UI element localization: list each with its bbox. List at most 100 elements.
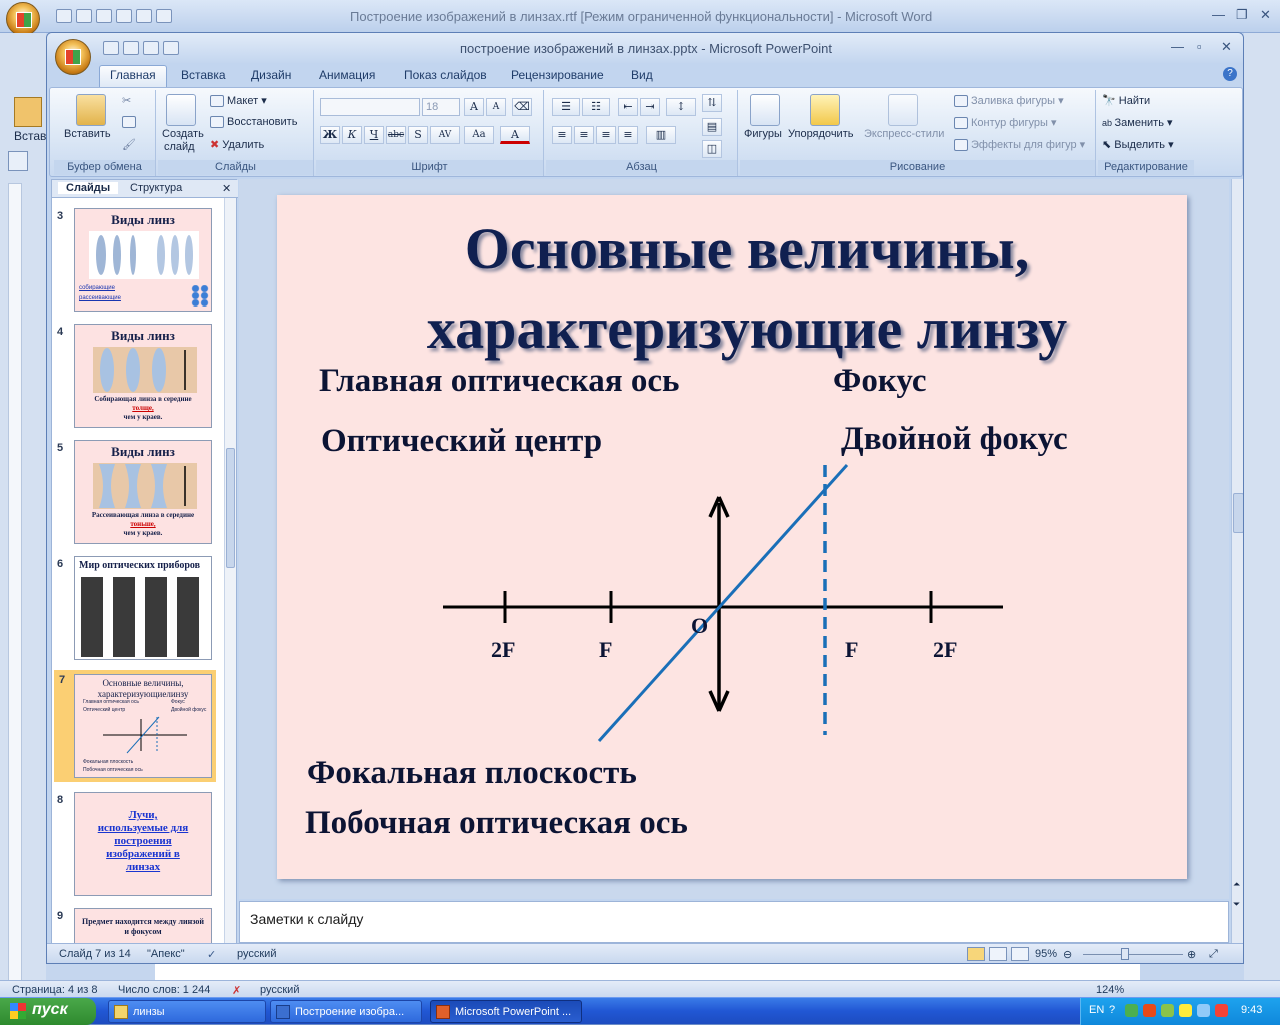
tray-volume-icon[interactable] [1179,1004,1192,1017]
change-case-button[interactable]: Aa [464,126,494,144]
ppt-minimize-icon[interactable]: — [1171,39,1184,54]
shape-effects-button[interactable]: Эффекты для фигур ▾ [954,138,1085,152]
font-size-select[interactable]: 18 [422,98,460,116]
shapes-button[interactable]: Фигуры [744,128,782,140]
tray-alert-icon[interactable] [1215,1004,1228,1017]
word-paste-icon[interactable] [14,97,42,127]
slide-thumbnail[interactable]: Виды линз Рассеивающая линза в середине … [74,440,212,544]
start-button[interactable]: пуск [0,998,96,1025]
slide-thumbnail[interactable]: Мир оптических приборов [74,556,212,660]
paste-button[interactable]: Вставить [64,128,111,140]
fit-window-icon[interactable]: ⤢ [1209,948,1218,961]
spellcheck-icon[interactable]: ✓ [207,948,216,961]
tab-outline[interactable]: Структура [130,182,182,194]
grow-font-button[interactable]: A [464,98,484,116]
format-painter-icon[interactable]: 🖌 [122,138,136,151]
tab-slideshow[interactable]: Показ слайдов [404,68,487,82]
slide-scrollbar[interactable]: ⏶ ⏷ [1231,179,1243,945]
slide-thumb-row-selected[interactable]: 7 Основные величины, характеризующиелинз… [54,670,216,782]
slide-thumbnail[interactable]: Предмет находится между линзой и фокусом [74,908,212,946]
smartart-button[interactable]: ◫ [702,140,722,158]
shadow-button[interactable]: S [408,126,428,144]
tab-design[interactable]: Дизайн [251,68,291,82]
slide-thumb-row[interactable]: 8 Лучи, используемые для построения изоб… [52,790,222,900]
zoom-slider[interactable] [1083,954,1183,955]
slide-thumb-row[interactable]: 3 Виды линз собирающие рассеивающие [52,206,222,316]
numbering-button[interactable]: ☷ [582,98,610,116]
replace-button[interactable]: ab Заменить ▾ [1102,116,1173,129]
tray-printer-icon[interactable] [1197,1004,1210,1017]
line-spacing-button[interactable]: ↕ [666,98,696,116]
align-right-button[interactable]: ≡ [596,126,616,144]
tab-review[interactable]: Рецензирование [511,68,604,82]
font-family-select[interactable] [320,98,420,116]
spellcheck-icon[interactable]: ✗ [232,984,241,997]
clear-format-button[interactable]: ⌫ [512,98,532,116]
justify-button[interactable]: ≡ [618,126,638,144]
normal-view-icon[interactable] [967,947,985,961]
arrange-button[interactable]: Упорядочить [788,128,853,140]
font-color-button[interactable]: A [500,126,530,144]
cut-icon[interactable]: ✂ [122,94,131,107]
tray-security-icon[interactable] [1125,1004,1138,1017]
char-spacing-button[interactable]: AV [430,126,460,144]
delete-button[interactable]: ✖ Удалить [210,138,264,151]
notes-pane[interactable]: Заметки к слайду [239,901,1229,943]
taskbar-item-active[interactable]: Microsoft PowerPoint ... [430,1000,582,1023]
slide-thumbnail[interactable]: Виды линз Собирающая линза в середине то… [74,324,212,428]
help-icon[interactable]: ? [1223,67,1237,81]
slide-thumb-row[interactable]: 9 Предмет находится между линзой и фокус… [52,906,222,946]
shapes-icon[interactable] [750,94,780,126]
next-slide-icon[interactable]: ⏷ [1233,899,1240,910]
slide-thumbnail[interactable]: Лучи, используемые для построения изобра… [74,792,212,896]
columns-button[interactable]: ▥ [646,126,676,144]
panel-close-icon[interactable]: ✕ [222,182,231,195]
taskbar-item[interactable]: Построение изобра... [270,1000,422,1023]
zoom-slider-thumb[interactable] [1121,948,1129,960]
taskbar-item[interactable]: линзы [108,1000,266,1023]
text-direction-button[interactable]: ⇅ [702,94,722,112]
tab-home[interactable]: Главная [99,65,167,87]
slide-scroll-thumb[interactable] [1233,493,1243,533]
shape-outline-button[interactable]: Контур фигуры ▾ [954,116,1057,130]
ppt-close-icon[interactable]: ✕ [1221,39,1232,55]
panel-scrollbar[interactable] [224,198,236,944]
copy-icon[interactable] [122,116,139,129]
tray-help-icon[interactable]: ? [1109,1004,1115,1016]
new-slide-icon[interactable] [166,94,196,126]
word-minimize-icon[interactable]: — [1212,7,1225,22]
tray-antivirus-icon[interactable] [1143,1004,1156,1017]
language-indicator[interactable]: EN [1089,1004,1104,1016]
shape-fill-button[interactable]: Заливка фигуры ▾ [954,94,1064,108]
ppt-maximize-icon[interactable]: ▫ [1197,39,1202,54]
slide-thumbnail[interactable]: Основные величины, характеризующиелинзу … [74,674,212,778]
word-maximize-icon[interactable]: ❐ [1236,7,1248,23]
slide-sorter-icon[interactable] [989,947,1007,961]
arrange-icon[interactable] [810,94,840,126]
tray-network-icon[interactable] [1161,1004,1174,1017]
layout-button[interactable]: Макет ▾ [210,94,267,108]
decrease-indent-button[interactable]: ⇤ [618,98,638,116]
bullets-button[interactable]: ☰ [552,98,580,116]
slide-thumb-row[interactable]: 5 Виды линз Рассеивающая линза в середин… [52,438,222,548]
align-text-button[interactable]: ▤ [702,118,722,136]
tab-slides[interactable]: Слайды [58,182,119,194]
zoom-out-icon[interactable]: ⊖ [1063,948,1072,961]
increase-indent-button[interactable]: ⇥ [640,98,660,116]
shrink-font-button[interactable]: A [486,98,506,116]
tab-animation[interactable]: Анимация [319,68,375,82]
word-close-icon[interactable]: ✕ [1260,7,1271,23]
slide-thumb-row[interactable]: 4 Виды линз Собирающая линза в середине … [52,322,222,432]
new-slide-button-line2[interactable]: слайд [164,141,195,153]
select-button[interactable]: ⬉ Выделить ▾ [1102,138,1174,151]
align-left-button[interactable]: ≡ [552,126,572,144]
tab-insert[interactable]: Вставка [181,68,226,82]
slide-thumb-row[interactable]: 6 Мир оптических приборов [52,554,222,664]
new-slide-button[interactable]: Создать [162,128,204,140]
bold-button[interactable]: Ж [320,126,340,144]
word-quick-access-toolbar[interactable] [56,9,176,26]
align-center-button[interactable]: ≡ [574,126,594,144]
slide-thumbnail[interactable]: Виды линз собирающие рассеивающие [74,208,212,312]
word-paste-label[interactable]: Встав [14,129,46,143]
word-scrollbar[interactable] [1244,33,1280,983]
